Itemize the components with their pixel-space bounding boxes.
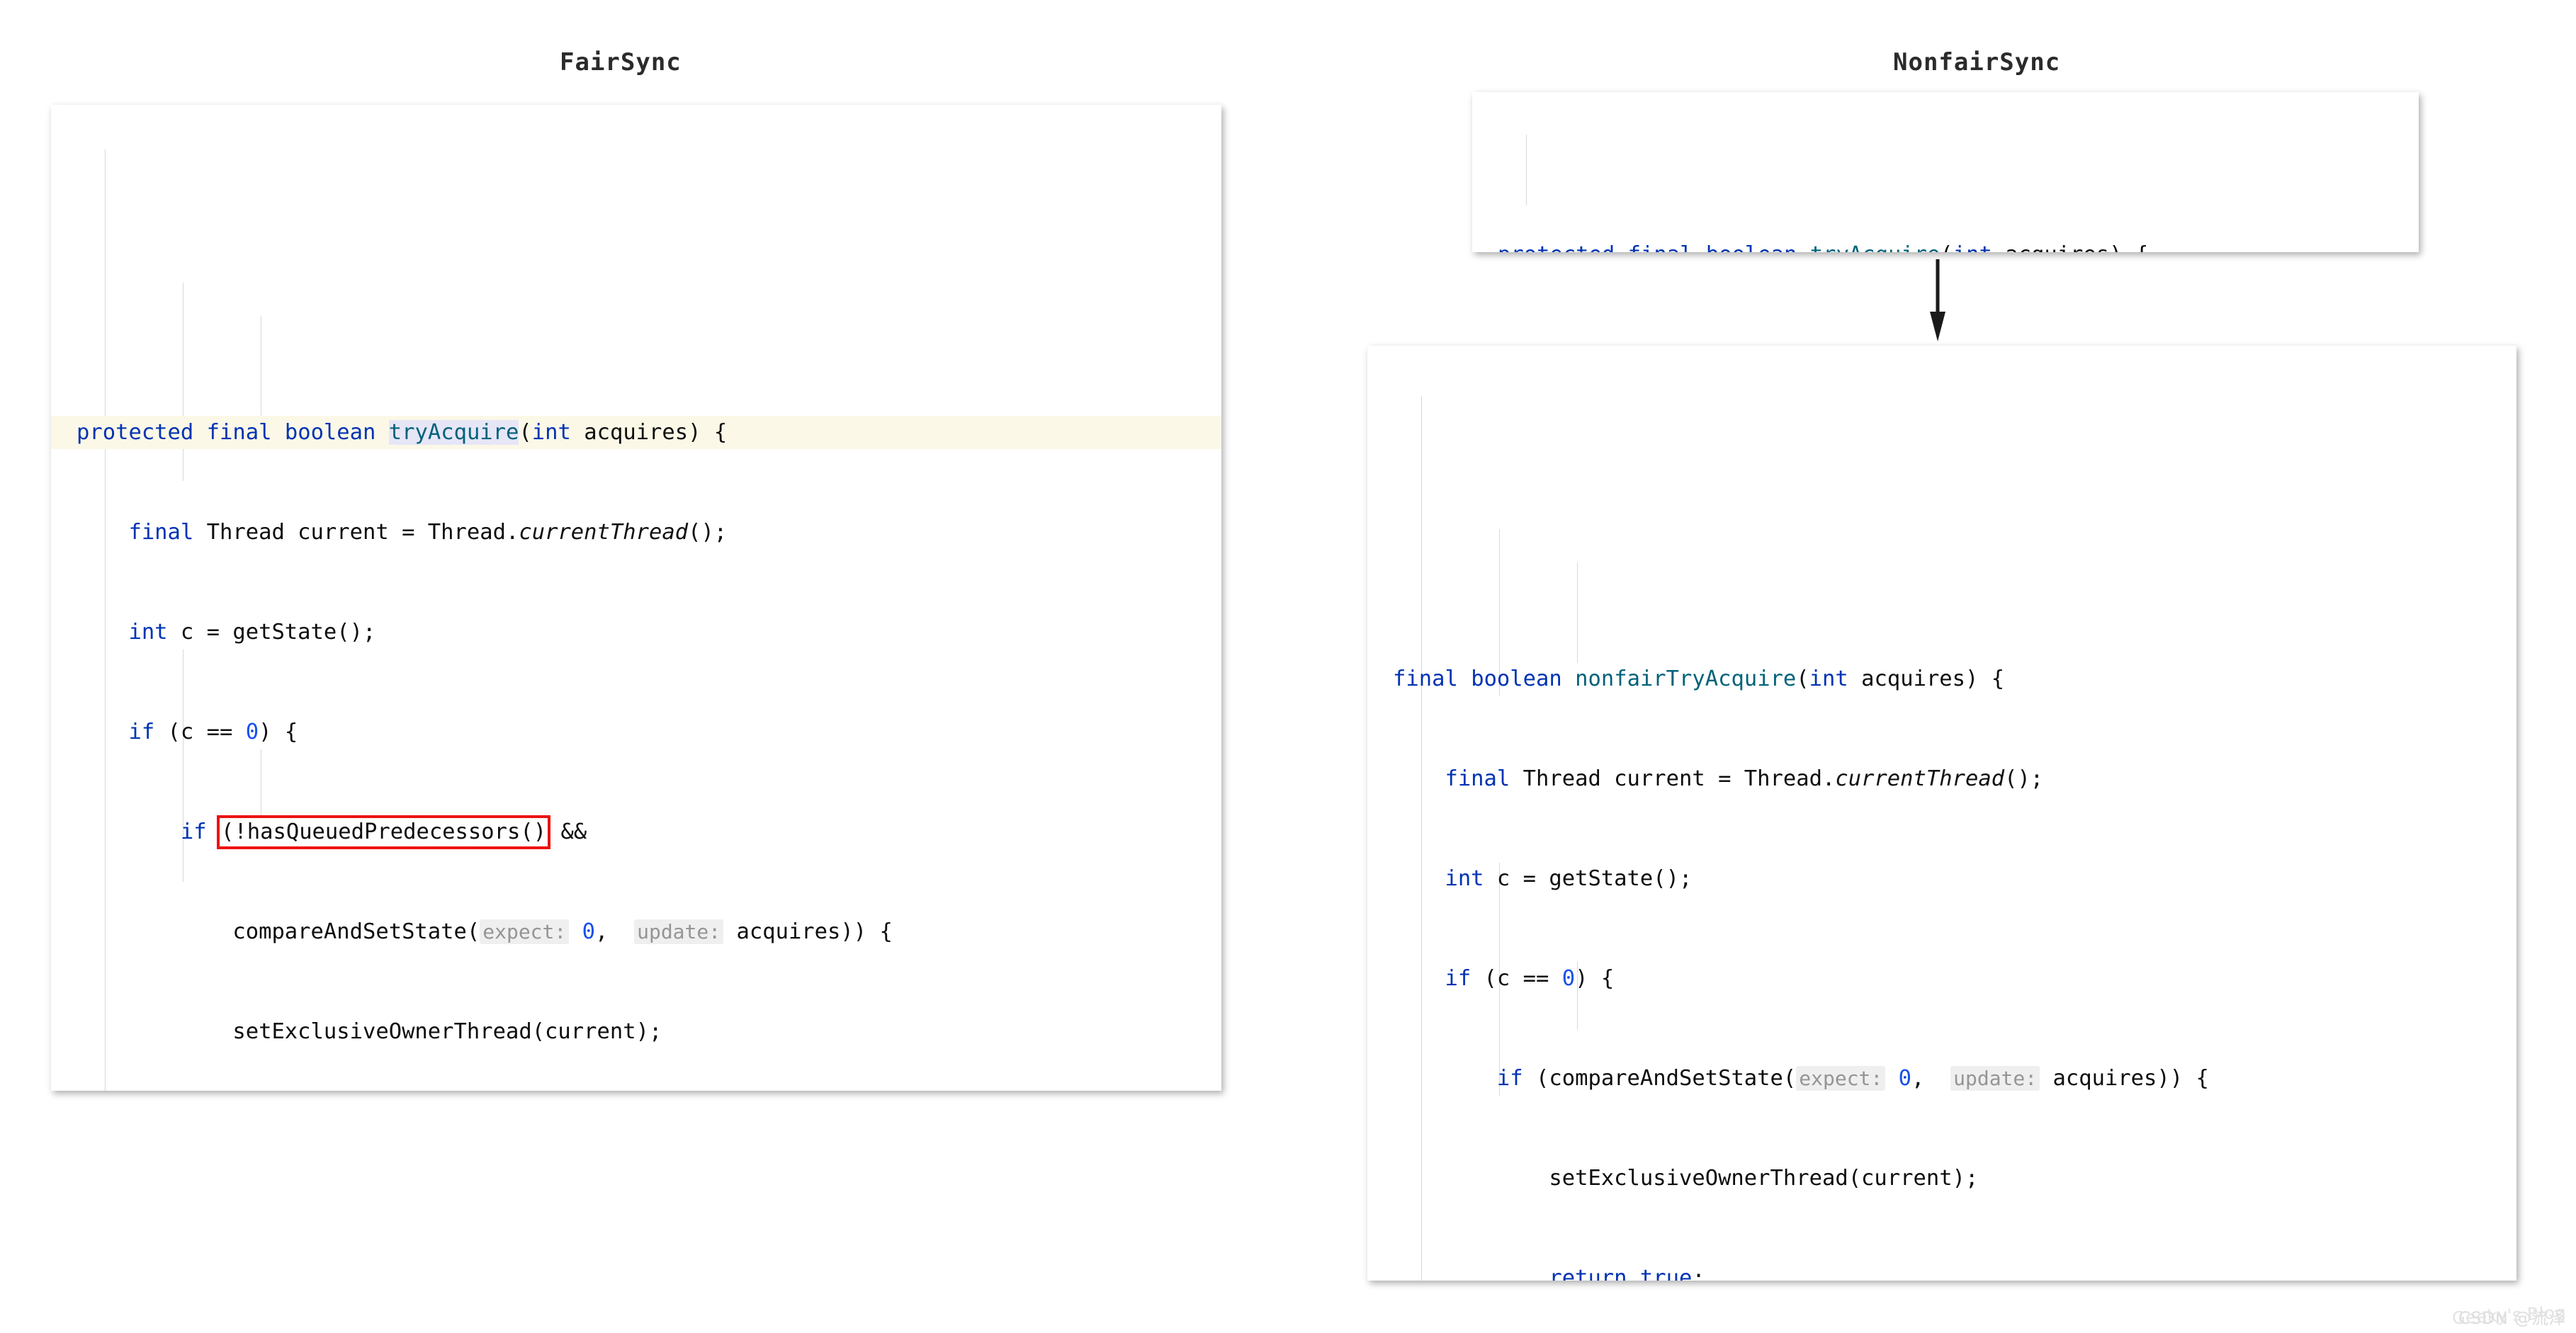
code-line: protected final boolean tryAcquire(int a… xyxy=(1472,238,2419,252)
code-line: int c = getState(); xyxy=(128,620,376,645)
code-line: if (compareAndSetState(expect: 0, update… xyxy=(1496,1066,2209,1091)
code-line-annotated: if (!hasQueuedPredecessors() && xyxy=(51,815,1221,849)
indent-guide xyxy=(1526,135,1527,205)
code-block-fairsync[interactable]: protected final boolean tryAcquire(int a… xyxy=(51,105,1221,1091)
param-hint-expect: expect: xyxy=(480,919,570,944)
code-line: final Thread current = Thread.currentThr… xyxy=(128,520,728,545)
code-line: protected final boolean tryAcquire(int a… xyxy=(51,416,1221,449)
code-line: if (c == 0) { xyxy=(1445,966,1615,991)
code-card-nonfair-tryacquire-body[interactable]: final boolean nonfairTryAcquire(int acqu… xyxy=(1367,346,2516,1281)
code-block-nonfair-tryacquire[interactable]: protected final boolean tryAcquire(int a… xyxy=(1472,92,2419,252)
red-highlight-box: (!hasQueuedPredecessors() xyxy=(217,815,551,849)
watermark: CSDN @流泽 Geeky's Blog xyxy=(2451,1303,2566,1329)
param-hint-update: update: xyxy=(634,919,724,944)
panel-title-nonfairsync: NonfairSync xyxy=(1893,48,2061,76)
code-block-nonfair-body[interactable]: final boolean nonfairTryAcquire(int acqu… xyxy=(1367,346,2516,1281)
code-line: setExclusiveOwnerThread(current); xyxy=(77,1019,662,1044)
panel-title-fairsync: FairSync xyxy=(560,48,682,76)
code-line: final Thread current = Thread.currentThr… xyxy=(1445,766,2044,791)
code-line: final boolean nonfairTryAcquire(int acqu… xyxy=(1393,666,2005,691)
code-card-nonfair-tryacquire[interactable]: protected final boolean tryAcquire(int a… xyxy=(1472,92,2419,252)
param-hint-expect: expect: xyxy=(1796,1066,1886,1091)
code-line: int c = getState(); xyxy=(1445,866,1693,891)
code-line: if (c == 0) { xyxy=(128,720,298,744)
indent-guide xyxy=(1421,396,1422,1281)
code-line: compareAndSetState(expect: 0, update: ac… xyxy=(77,919,893,944)
code-card-fairsync[interactable]: protected final boolean tryAcquire(int a… xyxy=(51,105,1221,1091)
flow-arrow-down-icon xyxy=(1930,259,1945,341)
code-line: return true; xyxy=(1549,1266,1705,1281)
indent-guide xyxy=(1577,562,1578,663)
param-hint-update: update: xyxy=(1950,1066,2040,1091)
code-line: setExclusiveOwnerThread(current); xyxy=(1393,1166,1979,1191)
